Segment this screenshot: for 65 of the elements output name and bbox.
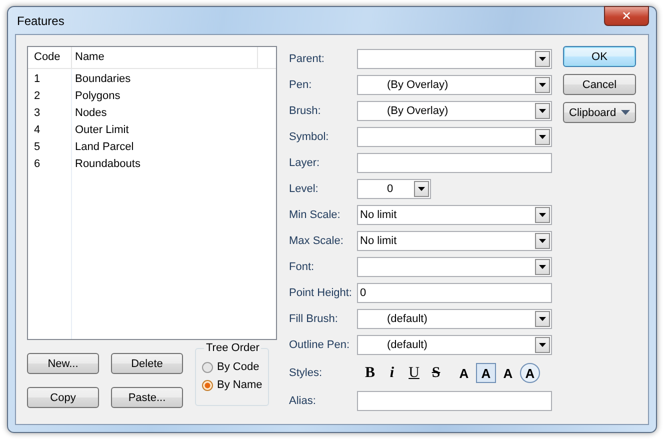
field-label: Parent:: [289, 53, 326, 65]
list-action-button[interactable]: Copy: [27, 387, 99, 408]
field-label: Pen:: [289, 79, 313, 91]
field-label: Level:: [289, 183, 320, 195]
code-cell-text: 3: [33, 106, 42, 121]
field-label: Max Scale:: [289, 235, 344, 247]
style-toggle-button[interactable]: A: [476, 363, 496, 383]
field-label: Min Scale:: [289, 209, 342, 221]
dropdown-field[interactable]: [357, 49, 552, 69]
name-cell-text: Nodes: [74, 106, 108, 121]
field-label: Layer:: [289, 157, 321, 169]
name-cell-text: Polygons: [74, 89, 122, 104]
field-label: Alias:: [289, 395, 317, 407]
dropdown-field[interactable]: [357, 257, 552, 277]
close-button[interactable]: ✕: [604, 6, 649, 26]
name-cell-text: Outer Limit: [74, 123, 130, 138]
input-field[interactable]: [357, 391, 552, 411]
style-toggle-button[interactable]: S: [426, 363, 446, 383]
dropdown-field[interactable]: 0: [357, 179, 431, 199]
code-cell-text: 5: [33, 140, 42, 155]
style-toggle-button[interactable]: U: [404, 363, 424, 383]
field-label: Brush:: [289, 105, 322, 117]
group-title: Tree Order: [204, 342, 262, 354]
dialog-button[interactable]: Clipboard: [563, 102, 636, 123]
style-toggle-button[interactable]: A: [498, 363, 518, 383]
dropdown-field[interactable]: (default): [357, 335, 552, 355]
list-action-button[interactable]: Paste...: [111, 387, 183, 408]
radio-button[interactable]: [202, 362, 213, 372]
dropdown-field[interactable]: No limit: [357, 205, 552, 225]
column-header[interactable]: Name: [72, 47, 258, 68]
radio-button[interactable]: [202, 380, 213, 390]
field-label: Point Height:: [289, 287, 353, 299]
code-cell-text: 2: [33, 89, 42, 104]
field-label: Fill Brush:: [289, 313, 339, 325]
list-action-button[interactable]: New...: [27, 353, 99, 374]
style-toggle-button[interactable]: A: [520, 363, 540, 383]
radio-label[interactable]: By Name: [217, 379, 262, 391]
field-label: Styles:: [289, 367, 324, 379]
field-label: Font:: [289, 261, 316, 273]
radio-label[interactable]: By Code: [217, 361, 260, 373]
input-field[interactable]: [357, 153, 552, 173]
dropdown-field[interactable]: (By Overlay): [357, 101, 552, 121]
dropdown-field[interactable]: (By Overlay): [357, 75, 552, 95]
name-cell-text: Boundaries: [74, 72, 132, 87]
style-toggle-button[interactable]: B: [360, 363, 380, 383]
style-toggle-button[interactable]: i: [382, 363, 402, 383]
dropdown-field[interactable]: No limit: [357, 231, 552, 251]
feature-list[interactable]: Code Name 1 Boundaries 2 Polygons 3 Nodes 4 Outer Limit 5 Land Parcel 6 Roundabouts: [27, 46, 277, 340]
dropdown-field[interactable]: (default): [357, 309, 552, 329]
dropdown-field[interactable]: [357, 127, 552, 147]
code-cell-text: 4: [33, 123, 42, 138]
input-field[interactable]: 0: [357, 283, 552, 303]
name-cell-text: Land Parcel: [74, 140, 135, 155]
code-cell-text: 6: [33, 157, 42, 172]
name-cell-text: Roundabouts: [74, 157, 142, 172]
field-label: Outline Pen:: [289, 339, 351, 351]
code-cell-text: 1: [33, 72, 42, 87]
style-toggle-button[interactable]: A: [454, 363, 474, 383]
dialog-button[interactable]: OK: [563, 46, 636, 67]
caret-icon: [621, 110, 630, 115]
dialog-button[interactable]: Cancel: [563, 74, 636, 95]
window-title: Features: [16, 14, 64, 28]
field-label: Symbol:: [289, 131, 330, 143]
list-action-button[interactable]: Delete: [111, 353, 183, 374]
column-header[interactable]: Code: [28, 47, 72, 68]
